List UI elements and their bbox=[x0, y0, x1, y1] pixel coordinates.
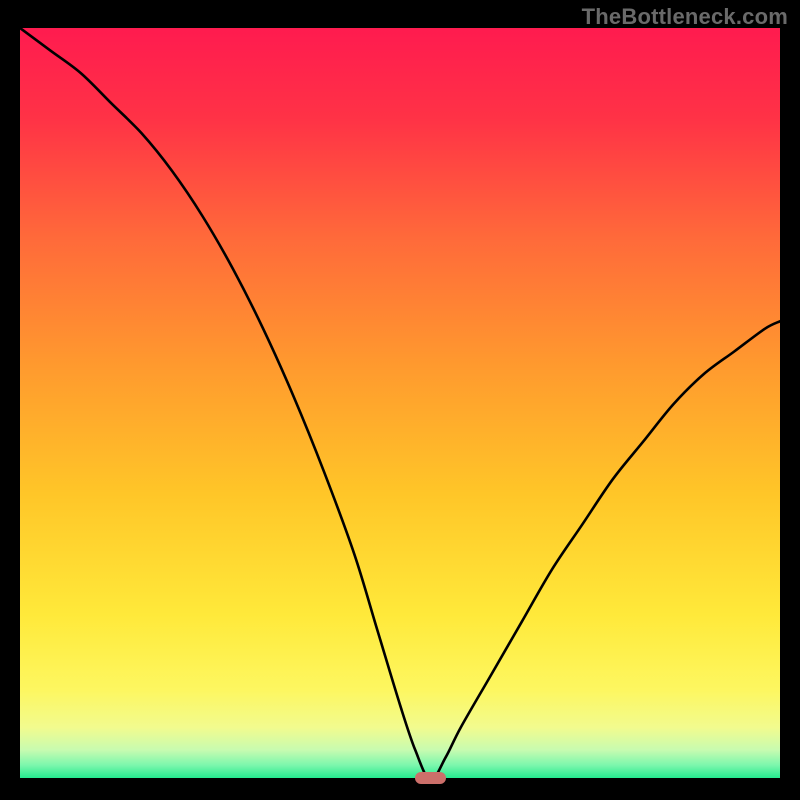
plot-svg bbox=[20, 28, 780, 780]
gradient-background bbox=[20, 28, 780, 780]
chart-frame: TheBottleneck.com bbox=[0, 0, 800, 800]
watermark-text: TheBottleneck.com bbox=[582, 4, 788, 30]
optimum-marker bbox=[415, 772, 445, 784]
bottleneck-plot bbox=[20, 28, 780, 780]
